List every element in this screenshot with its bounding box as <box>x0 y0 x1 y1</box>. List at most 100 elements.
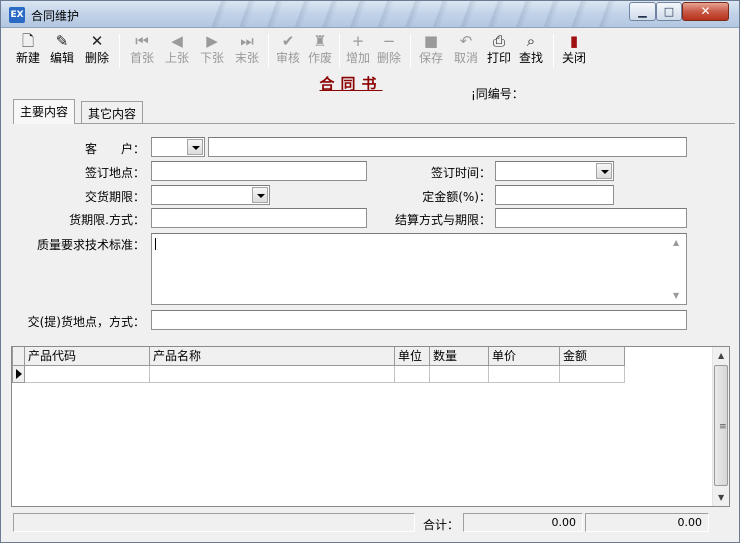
toolbar-separator <box>119 34 120 68</box>
new-button[interactable]: 🗋 新建 <box>11 31 45 69</box>
close-label: 关闭 <box>561 51 586 65</box>
table-header-row: 产品代码 产品名称 单位 数量 单价 金额 <box>12 347 625 366</box>
approve-icon: ✔ <box>281 32 295 50</box>
next-record-button[interactable]: ▶ 下张 <box>195 31 229 69</box>
table-cell[interactable] <box>394 364 430 383</box>
chevron-down-icon <box>192 146 200 150</box>
table-row[interactable] <box>12 364 625 383</box>
settlement-field[interactable] <box>495 208 687 228</box>
title-bar[interactable]: EX 合同维护 ▁ □ ✕ <box>1 1 739 28</box>
table-cell[interactable] <box>24 364 150 383</box>
delivery-period-select[interactable] <box>151 185 270 205</box>
customer-code-select[interactable] <box>151 137 205 157</box>
scroll-up-icon[interactable]: ▲ <box>718 351 724 360</box>
sign-time-dropdown-button[interactable] <box>596 163 612 179</box>
edit-icon: ✎ <box>55 32 69 50</box>
maximize-icon: □ <box>663 5 675 18</box>
sign-place-label: 签订地点： <box>84 166 145 180</box>
grip-icon: ≡ <box>719 422 727 432</box>
quality-label: 质量要求技术标准： <box>36 238 145 252</box>
scroll-down-icon[interactable]: ▼ <box>718 493 724 502</box>
first-icon: ⏮ <box>135 32 149 50</box>
delivery-period-label: 交货期限： <box>84 190 145 204</box>
delete-button[interactable]: ✕ 删除 <box>80 31 114 69</box>
prev-icon: ◀ <box>171 32 183 50</box>
remove-row-label: 删除 <box>376 51 401 65</box>
quality-textarea[interactable]: ▲ ▼ <box>151 233 687 305</box>
customer-name-field[interactable] <box>208 137 687 157</box>
customer-code-dropdown-button[interactable] <box>187 139 203 155</box>
new-doc-icon: 🗋 <box>21 32 35 50</box>
table-cell[interactable] <box>559 364 625 383</box>
chevron-down-icon <box>257 194 265 198</box>
column-header[interactable]: 单价 <box>488 347 560 366</box>
current-row-icon <box>16 368 22 379</box>
maximize-button[interactable]: □ <box>656 2 682 21</box>
status-bar: 合计： 0.00 0.00 <box>11 511 730 533</box>
toolbar: 🗋 新建 ✎ 编辑 ✕ 删除 ⏮ 首张 ◀ 上张 ▶ 下张 ⏭ 末张 ✔ 审核 … <box>5 31 735 71</box>
product-grid[interactable]: 产品代码 产品名称 单位 数量 单价 金额 ▲ ≡ ▼ <box>11 346 730 507</box>
tab-main-content[interactable]: 主要内容 <box>13 99 76 124</box>
close-button[interactable]: ▮ 关闭 <box>557 31 591 69</box>
remove-row-button[interactable]: − 删除 <box>372 31 406 69</box>
tab-divider <box>13 123 735 124</box>
settlement-label: 结算方式与期限： <box>394 213 491 227</box>
void-icon: ♜ <box>313 32 327 50</box>
scroll-down-icon[interactable]: ▼ <box>673 291 679 300</box>
delivery-period-dropdown-button[interactable] <box>252 187 268 203</box>
void-button[interactable]: ♜ 作废 <box>303 31 337 69</box>
undo-icon: ↶ <box>459 32 473 50</box>
scroll-thumb[interactable]: ≡ <box>714 365 728 486</box>
sign-place-field[interactable] <box>151 161 367 181</box>
column-header[interactable]: 单位 <box>394 347 430 366</box>
deposit-label: 定金额(%)： <box>422 190 491 204</box>
prev-record-button[interactable]: ◀ 上张 <box>160 31 194 69</box>
column-header[interactable]: 金额 <box>559 347 625 366</box>
next-icon: ▶ <box>206 32 218 50</box>
tab-other-content[interactable]: 其它内容 <box>81 101 144 123</box>
column-header[interactable]: 产品名称 <box>149 347 395 366</box>
delivery-place-field[interactable] <box>151 310 687 330</box>
minimize-button[interactable]: ▁ <box>629 2 656 21</box>
find-label: 查找 <box>518 51 543 65</box>
last-record-button[interactable]: ⏭ 末张 <box>230 31 264 69</box>
delivery-place-label: 交(提)货地点，方式： <box>27 315 145 329</box>
row-indicator <box>12 364 25 383</box>
column-header[interactable]: 数量 <box>429 347 489 366</box>
status-panel-left <box>13 513 415 532</box>
last-icon: ⏭ <box>240 32 254 50</box>
table-cell[interactable] <box>429 364 489 383</box>
close-window-button[interactable]: ✕ <box>682 2 729 21</box>
delete-label: 删除 <box>84 51 109 65</box>
table-cell[interactable] <box>488 364 560 383</box>
sign-time-select[interactable] <box>495 161 614 181</box>
save-icon: ■ <box>423 32 439 50</box>
period-method-field[interactable] <box>151 208 367 228</box>
quality-scrollbar[interactable]: ▲ ▼ <box>669 234 686 304</box>
save-button[interactable]: ■ 保存 <box>414 31 448 69</box>
window-title: 合同维护 <box>31 9 80 23</box>
contract-window: EX 合同维护 ▁ □ ✕ 🗋 新建 ✎ 编辑 ✕ 删除 ⏮ 首张 ◀ 上张 ▶… <box>0 0 740 543</box>
text-caret <box>155 238 156 250</box>
app-icon: EX <box>9 7 25 23</box>
column-header[interactable]: 产品代码 <box>24 347 150 366</box>
title-bar-decoration <box>201 1 621 27</box>
total-amount-panel: 0.00 <box>585 513 709 532</box>
last-label: 末张 <box>234 51 259 65</box>
print-icon: ⎙ <box>492 32 505 50</box>
scroll-up-icon[interactable]: ▲ <box>673 238 679 247</box>
tab-strip: 主要内容 其它内容 <box>13 99 733 124</box>
product-table: 产品代码 产品名称 单位 数量 单价 金额 <box>12 347 625 383</box>
deposit-field[interactable] <box>495 185 614 205</box>
void-label: 作废 <box>307 51 332 65</box>
table-cell[interactable] <box>149 364 395 383</box>
find-button[interactable]: ⌕ 查找 <box>514 31 548 69</box>
total-quantity-value: 0.00 <box>551 516 577 529</box>
edit-button[interactable]: ✎ 编辑 <box>45 31 79 69</box>
sign-time-label: 签订时间： <box>430 166 491 180</box>
period-method-label: 货期限.方式： <box>69 213 145 227</box>
grid-scrollbar[interactable]: ▲ ≡ ▼ <box>712 347 729 506</box>
customer-label: 客 户： <box>84 142 145 156</box>
total-amount-value: 0.00 <box>677 516 703 529</box>
first-record-button[interactable]: ⏮ 首张 <box>125 31 159 69</box>
